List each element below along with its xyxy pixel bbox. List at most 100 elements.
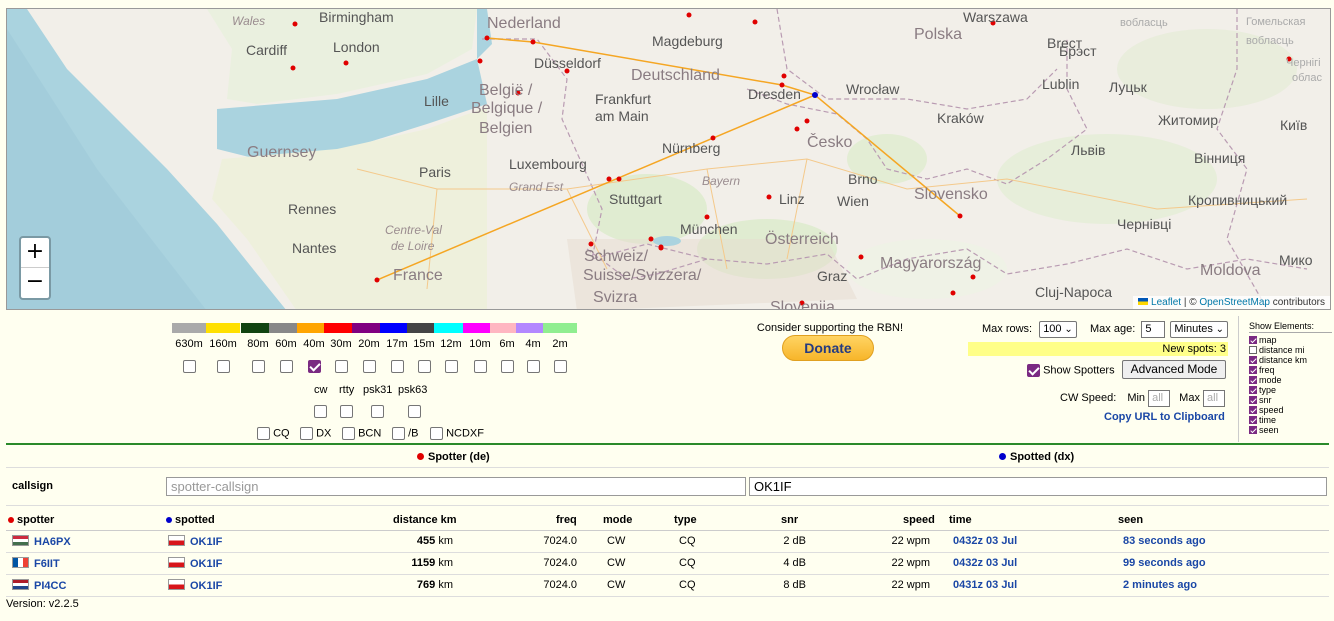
show-element-checkbox[interactable] <box>1249 336 1257 344</box>
map-label: Suisse/Svizzera/ <box>583 267 702 284</box>
band-checkbox-630m[interactable] <box>183 360 196 373</box>
map-label: de Loire <box>391 239 435 253</box>
time-cell[interactable]: 0432z 03 Jul <box>953 557 1017 569</box>
col-spotter[interactable]: spotter <box>8 514 54 526</box>
col-spotted[interactable]: spotted <box>166 514 215 526</box>
show-element-checkbox[interactable] <box>1249 386 1257 394</box>
mode-checkbox-cw[interactable] <box>314 405 327 418</box>
band-checkbox-40m[interactable] <box>308 360 321 373</box>
show-element-checkbox[interactable] <box>1249 426 1257 434</box>
band-checkbox-160m[interactable] <box>217 360 230 373</box>
zoom-out-button[interactable]: − <box>21 268 49 298</box>
band-checkbox-60m[interactable] <box>280 360 293 373</box>
col-mode[interactable]: mode <box>603 514 632 526</box>
max-age-unit-select[interactable]: Minutes <box>1170 321 1229 338</box>
show-element-label: mode <box>1259 375 1282 385</box>
type-checkbox[interactable] <box>430 427 443 440</box>
band-checkbox-6m[interactable] <box>501 360 514 373</box>
band-630m: 630m <box>172 323 206 350</box>
copy-url-link[interactable]: Copy URL to Clipboard <box>1104 411 1225 423</box>
cw-max-input[interactable]: all <box>1203 390 1226 407</box>
col-speed[interactable]: speed <box>903 514 935 526</box>
band-checkbox-4m[interactable] <box>527 360 540 373</box>
max-age-input[interactable]: 5 <box>1141 321 1166 338</box>
distance-unit: km <box>438 579 453 591</box>
seen-cell: 99 seconds ago <box>1123 557 1206 569</box>
show-spotters-checkbox[interactable] <box>1027 364 1040 377</box>
show-element-checkbox[interactable] <box>1249 406 1257 414</box>
col-freq[interactable]: freq <box>556 514 577 526</box>
type-checkbox[interactable] <box>300 427 313 440</box>
spotter-callsign-link[interactable]: PI4CC <box>34 580 66 592</box>
snr-cell: 4 dB <box>783 557 806 569</box>
show-element-checkbox[interactable] <box>1249 396 1257 404</box>
mode-checkbox-rtty[interactable] <box>340 405 353 418</box>
attribution-separator: | © <box>1181 297 1200 308</box>
filter-controls: 630m 160m 80m 60m 40m 30m 20m 17m 15m 12m 10m 6m 4m 2… <box>0 312 1334 442</box>
col-snr[interactable]: snr <box>781 514 798 526</box>
mode-cell: CW <box>607 557 626 569</box>
distance-unit: km <box>438 557 453 569</box>
show-element-time: time <box>1249 415 1332 425</box>
time-cell[interactable]: 0432z 03 Jul <box>953 535 1017 547</box>
show-element-checkbox[interactable] <box>1249 416 1257 424</box>
osm-link[interactable]: OpenStreetMap <box>1199 297 1270 308</box>
spotter-callsign-input[interactable]: spotter-callsign <box>166 477 746 496</box>
max-rows-select[interactable]: 100 <box>1039 321 1077 338</box>
cw-min-input[interactable]: all <box>1148 390 1171 407</box>
show-element-type: type <box>1249 385 1332 395</box>
advanced-mode-button[interactable]: Advanced Mode <box>1122 360 1226 379</box>
row-separator <box>6 552 1329 553</box>
band-checkbox-12m[interactable] <box>445 360 458 373</box>
donate-button[interactable]: Donate <box>782 335 874 361</box>
mode-checkbox-psk63[interactable] <box>408 405 421 418</box>
max-rows-label: Max rows: <box>982 323 1033 335</box>
map-label: am Main <box>595 108 649 124</box>
leaflet-link[interactable]: Leaflet <box>1151 297 1181 308</box>
col-time[interactable]: time <box>949 514 972 526</box>
flag-cz-icon <box>168 557 185 568</box>
spotted-callsign-link[interactable]: OK1IF <box>190 558 222 570</box>
spotted-callsign-link[interactable]: OK1IF <box>190 580 222 592</box>
dx-marker <box>812 92 818 98</box>
flag-fr-icon <box>12 557 29 568</box>
spotter-callsign-link[interactable]: F6IIT <box>34 558 60 570</box>
zoom-in-button[interactable]: + <box>21 238 49 268</box>
spot-map[interactable]: Birmingham Wales Cardiff London Nederland Mag… <box>6 8 1331 310</box>
band-checkbox-80m[interactable] <box>252 360 265 373</box>
map-label: Linz <box>779 191 805 207</box>
type-checkbox[interactable] <box>342 427 355 440</box>
col-distance[interactable]: distance km <box>393 514 457 526</box>
type-label: NCDXF <box>446 427 484 440</box>
show-element-speed: speed <box>1249 405 1332 415</box>
type-checkbox[interactable] <box>257 427 270 440</box>
col-seen[interactable]: seen <box>1118 514 1143 526</box>
time-cell[interactable]: 0431z 03 Jul <box>953 579 1017 591</box>
band-checkbox-15m[interactable] <box>418 360 431 373</box>
type-cell: CQ <box>679 579 696 591</box>
col-type[interactable]: type <box>674 514 697 526</box>
show-element-checkbox[interactable] <box>1249 376 1257 384</box>
map-label: Dresden <box>748 86 801 102</box>
distance-value: 455 <box>416 535 436 547</box>
map-label: Frankfurt <box>595 91 652 107</box>
band-checkbox-30m[interactable] <box>335 360 348 373</box>
show-spotters-label: Show Spotters <box>1043 364 1115 377</box>
spotted-callsign-link[interactable]: OK1IF <box>190 536 222 548</box>
map-label: Deutschland <box>631 67 720 84</box>
mode-checkbox-psk31[interactable] <box>371 405 384 418</box>
map-label: Magdeburg <box>652 33 723 49</box>
type-checkbox[interactable] <box>392 427 405 440</box>
show-element-checkbox[interactable] <box>1249 346 1257 354</box>
spotted-callsign-input[interactable]: OK1IF <box>749 477 1327 496</box>
band-checkbox-2m[interactable] <box>554 360 567 373</box>
band-checkbox-10m[interactable] <box>474 360 487 373</box>
band-checkbox-20m[interactable] <box>363 360 376 373</box>
band-label: 2m <box>552 338 568 350</box>
show-element-checkbox[interactable] <box>1249 356 1257 364</box>
band-checkbox-17m[interactable] <box>391 360 404 373</box>
flag-nl-icon <box>12 579 29 590</box>
show-element-checkbox[interactable] <box>1249 366 1257 374</box>
map-label: Wales <box>232 14 266 28</box>
spotter-callsign-link[interactable]: HA6PX <box>34 536 71 548</box>
